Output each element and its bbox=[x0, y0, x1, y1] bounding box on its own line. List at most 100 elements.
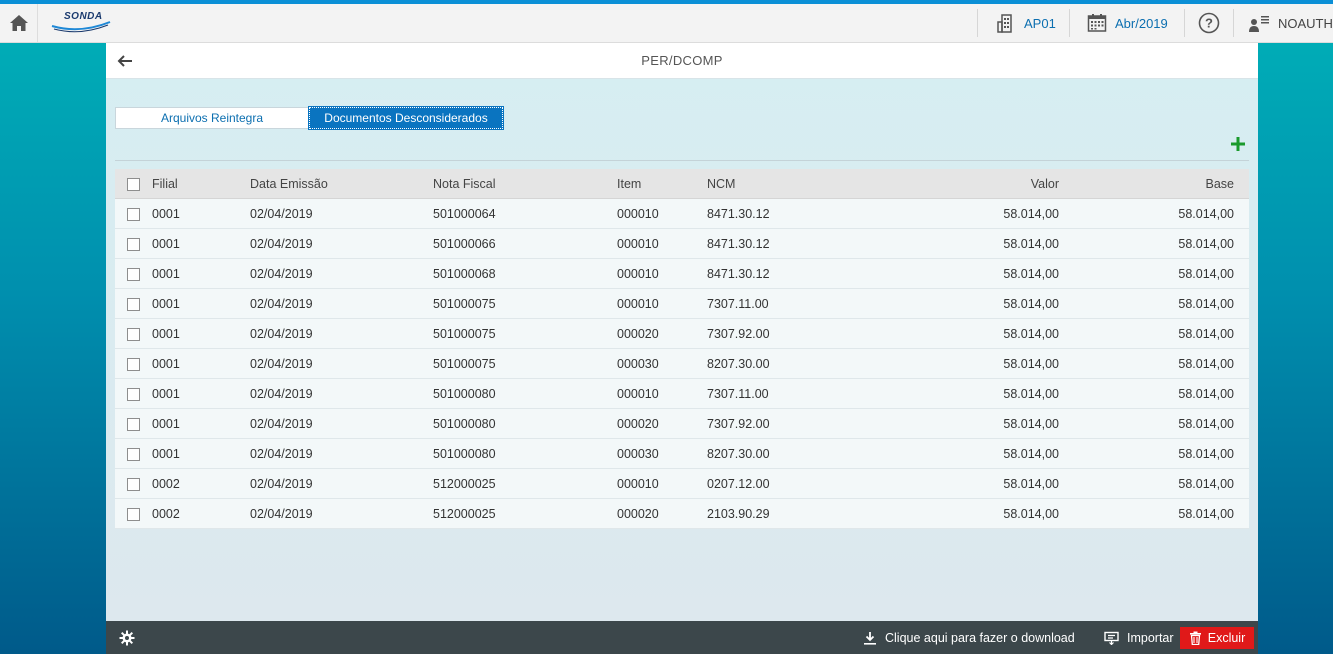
col-header-base[interactable]: Base bbox=[1206, 169, 1235, 199]
cell-nota-fiscal: 501000068 bbox=[433, 267, 496, 281]
cell-filial: 0001 bbox=[152, 357, 180, 371]
separator bbox=[1069, 9, 1070, 37]
cell-valor: 58.014,00 bbox=[1003, 267, 1059, 281]
cell-base: 58.014,00 bbox=[1178, 477, 1234, 491]
cell-filial: 0002 bbox=[152, 477, 180, 491]
cell-filial: 0001 bbox=[152, 447, 180, 461]
cell-filial: 0001 bbox=[152, 387, 180, 401]
cell-ncm: 8471.30.12 bbox=[707, 207, 770, 221]
footer-bar: Clique aqui para fazer o download Import… bbox=[106, 621, 1258, 654]
cell-base: 58.014,00 bbox=[1178, 447, 1234, 461]
cell-base: 58.014,00 bbox=[1178, 357, 1234, 371]
svg-text:?: ? bbox=[1205, 16, 1213, 31]
cell-item: 000020 bbox=[617, 417, 659, 431]
tab-bar: Arquivos Reintegra Documentos Desconside… bbox=[115, 106, 504, 130]
cell-nota-fiscal: 501000075 bbox=[433, 297, 496, 311]
page-title: PER/DCOMP bbox=[641, 53, 723, 68]
company-selector[interactable]: AP01 bbox=[996, 4, 1056, 42]
table-row[interactable]: 0001 02/04/2019 501000080 000030 8207.30.00 5… bbox=[115, 439, 1249, 469]
cell-data-emissao: 02/04/2019 bbox=[250, 357, 313, 371]
import-icon bbox=[1104, 631, 1119, 645]
row-checkbox[interactable] bbox=[127, 298, 140, 311]
row-checkbox[interactable] bbox=[127, 268, 140, 281]
row-checkbox[interactable] bbox=[127, 238, 140, 251]
cell-filial: 0001 bbox=[152, 327, 180, 341]
cell-nota-fiscal: 512000025 bbox=[433, 507, 496, 521]
col-header-ncm[interactable]: NCM bbox=[707, 169, 735, 199]
row-checkbox[interactable] bbox=[127, 328, 140, 341]
sonda-logo: SONDA bbox=[50, 10, 114, 36]
table-row[interactable]: 0001 02/04/2019 501000066 000010 8471.30.12 5… bbox=[115, 229, 1249, 259]
row-checkbox[interactable] bbox=[127, 208, 140, 221]
row-checkbox[interactable] bbox=[127, 358, 140, 371]
cell-valor: 58.014,00 bbox=[1003, 297, 1059, 311]
cell-ncm: 8207.30.00 bbox=[707, 447, 770, 461]
gear-icon[interactable] bbox=[119, 630, 135, 646]
table-row[interactable]: 0001 02/04/2019 501000068 000010 8471.30.12 5… bbox=[115, 259, 1249, 289]
import-button[interactable]: Importar bbox=[1104, 621, 1174, 654]
user-label: NOAUTH bbox=[1278, 15, 1333, 31]
cell-item: 000020 bbox=[617, 507, 659, 521]
cell-data-emissao: 02/04/2019 bbox=[250, 387, 313, 401]
cell-filial: 0001 bbox=[152, 237, 180, 251]
cell-valor: 58.014,00 bbox=[1003, 357, 1059, 371]
title-bar: PER/DCOMP bbox=[106, 43, 1258, 79]
cell-base: 58.014,00 bbox=[1178, 417, 1234, 431]
table-row[interactable]: 0002 02/04/2019 512000025 000010 0207.12.00 5… bbox=[115, 469, 1249, 499]
help-button[interactable]: ? bbox=[1198, 4, 1220, 42]
home-button[interactable] bbox=[0, 4, 38, 42]
cell-ncm: 7307.92.00 bbox=[707, 327, 770, 341]
cell-ncm: 8471.30.12 bbox=[707, 267, 770, 281]
table-row[interactable]: 0001 02/04/2019 501000064 000010 8471.30.12 5… bbox=[115, 199, 1249, 229]
add-button[interactable] bbox=[1228, 136, 1248, 156]
cell-nota-fiscal: 501000075 bbox=[433, 357, 496, 371]
main-content: PER/DCOMP Arquivos Reintegra Documentos … bbox=[106, 43, 1258, 621]
download-icon bbox=[864, 631, 876, 645]
cell-item: 000030 bbox=[617, 357, 659, 371]
delete-button[interactable]: Excluir bbox=[1180, 627, 1254, 649]
cell-item: 000020 bbox=[617, 327, 659, 341]
cell-ncm: 7307.11.00 bbox=[707, 297, 769, 311]
user-menu[interactable]: NOAUTH bbox=[1248, 4, 1333, 42]
row-checkbox[interactable] bbox=[127, 478, 140, 491]
cell-nota-fiscal: 501000064 bbox=[433, 207, 496, 221]
back-arrow-icon[interactable] bbox=[116, 52, 134, 70]
col-header-item[interactable]: Item bbox=[617, 169, 641, 199]
table-row[interactable]: 0001 02/04/2019 501000075 000030 8207.30.00 5… bbox=[115, 349, 1249, 379]
cell-filial: 0001 bbox=[152, 267, 180, 281]
cell-data-emissao: 02/04/2019 bbox=[250, 297, 313, 311]
cell-item: 000010 bbox=[617, 297, 659, 311]
table-row[interactable]: 0001 02/04/2019 501000075 000020 7307.92.00 5… bbox=[115, 319, 1249, 349]
row-checkbox[interactable] bbox=[127, 418, 140, 431]
cell-data-emissao: 02/04/2019 bbox=[250, 417, 313, 431]
row-checkbox[interactable] bbox=[127, 508, 140, 521]
cell-item: 000010 bbox=[617, 237, 659, 251]
row-checkbox[interactable] bbox=[127, 448, 140, 461]
table-row[interactable]: 0002 02/04/2019 512000025 000020 2103.90.29 5… bbox=[115, 499, 1249, 529]
cell-nota-fiscal: 512000025 bbox=[433, 477, 496, 491]
table-row[interactable]: 0001 02/04/2019 501000075 000010 7307.11.00 5… bbox=[115, 289, 1249, 319]
documents-table: Filial Data Emissão Nota Fiscal Item NCM… bbox=[115, 169, 1249, 529]
cell-data-emissao: 02/04/2019 bbox=[250, 507, 313, 521]
cell-filial: 0001 bbox=[152, 207, 180, 221]
tab-documentos-desconsiderados[interactable]: Documentos Desconsiderados bbox=[308, 106, 504, 130]
cell-filial: 0002 bbox=[152, 507, 180, 521]
select-all-checkbox[interactable] bbox=[127, 178, 140, 191]
cell-valor: 58.014,00 bbox=[1003, 327, 1059, 341]
download-label: Clique aqui para fazer o download bbox=[885, 630, 1075, 645]
col-header-nota-fiscal[interactable]: Nota Fiscal bbox=[433, 169, 496, 199]
col-header-filial[interactable]: Filial bbox=[152, 169, 178, 199]
tab-arquivos-reintegra[interactable]: Arquivos Reintegra bbox=[115, 107, 309, 129]
cell-valor: 58.014,00 bbox=[1003, 387, 1059, 401]
table-row[interactable]: 0001 02/04/2019 501000080 000020 7307.92.00 5… bbox=[115, 409, 1249, 439]
table-row[interactable]: 0001 02/04/2019 501000080 000010 7307.11.00 5… bbox=[115, 379, 1249, 409]
divider bbox=[115, 160, 1249, 161]
row-checkbox[interactable] bbox=[127, 388, 140, 401]
period-selector[interactable]: Abr/2019 bbox=[1087, 4, 1168, 42]
calendar-icon bbox=[1087, 14, 1107, 32]
cell-filial: 0001 bbox=[152, 297, 180, 311]
company-label: AP01 bbox=[1024, 15, 1056, 31]
col-header-data-emissao[interactable]: Data Emissão bbox=[250, 169, 328, 199]
download-button[interactable]: Clique aqui para fazer o download bbox=[863, 621, 1075, 654]
col-header-valor[interactable]: Valor bbox=[1031, 169, 1059, 199]
